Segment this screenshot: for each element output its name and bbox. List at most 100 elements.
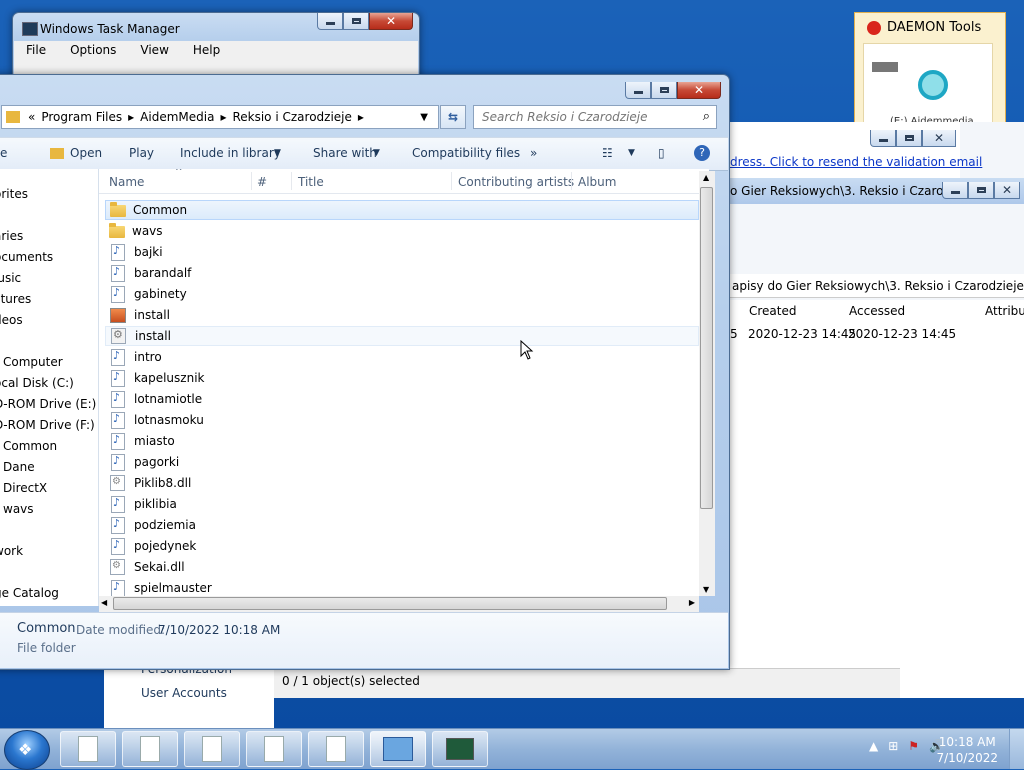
menu-options[interactable]: Options: [58, 41, 128, 61]
col-number[interactable]: #: [257, 175, 267, 189]
nav-common[interactable]: Common: [3, 439, 57, 453]
breadcrumb-reksio[interactable]: Reksio i Czarodzieje: [232, 110, 351, 124]
fm-minimize-button[interactable]: [942, 182, 968, 199]
clock[interactable]: 10:18 AM 7/10/2022: [936, 734, 998, 766]
start-button[interactable]: ❖: [4, 730, 50, 770]
menu-file[interactable]: File: [14, 41, 58, 61]
list-item[interactable]: barandalf: [105, 263, 699, 283]
list-item[interactable]: podziemia: [105, 515, 699, 535]
col-album[interactable]: Album: [578, 175, 616, 189]
col-attributes[interactable]: Attribu: [985, 304, 1024, 318]
list-item[interactable]: kapelusznik: [105, 368, 699, 388]
breadcrumb-arrow-icon[interactable]: ▸: [128, 110, 134, 124]
horizontal-scrollbar[interactable]: ◀ ▶: [99, 596, 699, 612]
nav-cdrom-f[interactable]: D-ROM Drive (F:) A: [0, 418, 98, 432]
nav-videos[interactable]: deos: [0, 313, 23, 327]
refresh-button[interactable]: ⇆: [440, 105, 466, 129]
list-item[interactable]: gabinety: [105, 284, 699, 304]
explorer-window[interactable]: ✕ « Program Files ▸ AidemMedia ▸ Reksio …: [0, 74, 730, 670]
maximize-button[interactable]: [343, 13, 369, 30]
breadcrumb-arrow-icon[interactable]: ▸: [358, 110, 364, 124]
share-with-button[interactable]: Share with: [313, 146, 377, 160]
breadcrumb-program-files[interactable]: Program Files: [41, 110, 122, 124]
col-name[interactable]: Name: [109, 175, 144, 189]
taskbar-item[interactable]: [122, 731, 178, 767]
scroll-up-icon[interactable]: ▲: [703, 173, 709, 182]
list-item[interactable]: pagorki: [105, 452, 699, 472]
list-item[interactable]: miasto: [105, 431, 699, 451]
show-desktop-button[interactable]: [1009, 729, 1024, 769]
address-bar[interactable]: « Program Files ▸ AidemMedia ▸ Reksio i …: [1, 105, 439, 129]
compatibility-files-button[interactable]: Compatibility files: [412, 146, 520, 160]
include-dropdown-icon[interactable]: ▼: [274, 148, 281, 158]
list-item[interactable]: wavs: [105, 221, 699, 241]
nav-documents[interactable]: ocuments: [0, 250, 53, 264]
bg-minimize-button[interactable]: [870, 130, 896, 147]
explorer-maximize-button[interactable]: [651, 82, 677, 99]
menu-view[interactable]: View: [128, 41, 180, 61]
nav-music[interactable]: lusic: [0, 271, 21, 285]
navigation-pane[interactable]: orites aries ocuments lusic ctures deos …: [0, 169, 99, 606]
taskbar-item[interactable]: [184, 731, 240, 767]
play-button[interactable]: Play: [129, 146, 154, 160]
close-button[interactable]: ✕: [369, 13, 413, 30]
breadcrumb-overflow[interactable]: «: [28, 110, 35, 124]
taskbar-item[interactable]: [60, 731, 116, 767]
nav-favorites[interactable]: orites: [0, 187, 28, 201]
bg-close-button[interactable]: ✕: [922, 130, 956, 147]
vertical-scrollbar[interactable]: ▲ ▼: [699, 171, 715, 596]
resend-validation-link[interactable]: dress. Click to resend the validation em…: [730, 155, 982, 169]
help-icon[interactable]: ?: [694, 145, 710, 161]
show-hidden-icons-icon[interactable]: ▲: [869, 739, 878, 753]
list-item[interactable]: Common: [105, 200, 699, 220]
task-manager-window[interactable]: Windows Task Manager ✕ File Options View…: [12, 12, 420, 83]
nav-directx[interactable]: DirectX: [3, 481, 47, 495]
file-manager-path[interactable]: apisy do Gier Reksiowych\3. Reksio i Cza…: [730, 274, 1024, 298]
more-commands-button[interactable]: »: [530, 146, 537, 160]
taskbar-item[interactable]: [246, 731, 302, 767]
bg-maximize-button[interactable]: [896, 130, 922, 147]
preview-pane-icon[interactable]: ▯: [658, 146, 665, 160]
menu-help[interactable]: Help: [181, 41, 232, 61]
col-created[interactable]: Created: [749, 304, 797, 318]
open-button[interactable]: Open: [70, 146, 102, 160]
view-dropdown-icon[interactable]: ▼: [628, 148, 635, 158]
nav-pictures[interactable]: ctures: [0, 292, 31, 306]
taskbar-item[interactable]: [308, 731, 364, 767]
explorer-close-button[interactable]: ✕: [677, 82, 721, 99]
taskbar-item-task-manager[interactable]: [432, 731, 488, 767]
nav-computer[interactable]: Computer: [3, 355, 63, 369]
virtual-drive-icon[interactable]: [918, 70, 948, 100]
view-options-icon[interactable]: ☷: [602, 146, 613, 160]
list-item[interactable]: lotnasmoku: [105, 410, 699, 430]
nav-wavs[interactable]: wavs: [3, 502, 34, 516]
explorer-minimize-button[interactable]: [625, 82, 651, 99]
scroll-down-icon[interactable]: ▼: [703, 585, 709, 594]
action-center-icon[interactable]: ⚑: [908, 739, 919, 753]
file-list[interactable]: Name ^ # Title Contributing artists Albu…: [99, 169, 709, 596]
breadcrumb-arrow-icon[interactable]: ▸: [220, 110, 226, 124]
minimize-button[interactable]: [317, 13, 343, 30]
organize-button[interactable]: e: [0, 146, 7, 160]
fm-maximize-button[interactable]: [968, 182, 994, 199]
search-box[interactable]: ⌕: [473, 105, 717, 129]
list-item[interactable]: lotnamiotle: [105, 389, 699, 409]
nav-image-catalog[interactable]: ge Catalog: [0, 586, 59, 600]
col-contributing-artists[interactable]: Contributing artists: [458, 175, 574, 189]
horizontal-scroll-thumb[interactable]: [113, 597, 667, 610]
search-icon[interactable]: ⌕: [703, 109, 710, 124]
include-in-library-button[interactable]: Include in library: [180, 146, 281, 160]
background-window[interactable]: ✕ dress. Click to resend the validation …: [730, 122, 1024, 698]
list-item[interactable]: pojedynek: [105, 536, 699, 556]
breadcrumb-aidemmedia[interactable]: AidemMedia: [140, 110, 214, 124]
col-title[interactable]: Title: [298, 175, 324, 189]
search-input[interactable]: [474, 106, 690, 128]
nav-libraries[interactable]: aries: [0, 229, 23, 243]
list-item[interactable]: Sekai.dll: [105, 557, 699, 577]
fm-close-button[interactable]: ✕: [994, 182, 1020, 199]
scroll-right-icon[interactable]: ▶: [689, 598, 695, 607]
nav-dane[interactable]: Dane: [3, 460, 35, 474]
list-item[interactable]: spielmauster: [105, 578, 699, 596]
list-item[interactable]: install: [105, 305, 699, 325]
list-item[interactable]: Piklib8.dll: [105, 473, 699, 493]
